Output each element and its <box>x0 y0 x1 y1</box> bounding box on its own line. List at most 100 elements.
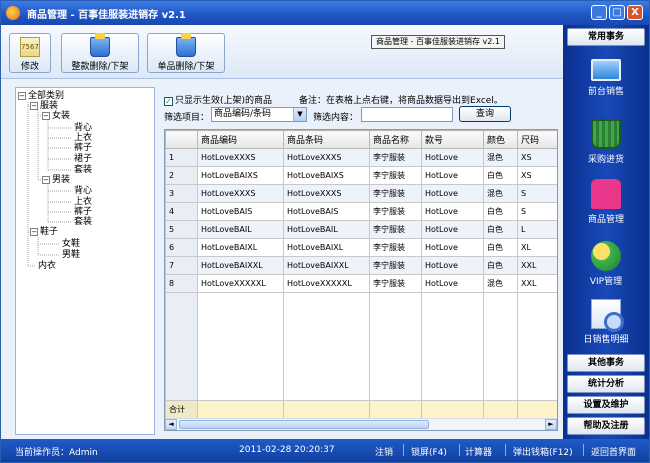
collapse-icon[interactable]: − <box>30 228 38 236</box>
table-row[interactable]: 8 HotLoveXXXXXL HotLoveXXXXXL 李宁服装 HotLo… <box>165 274 557 293</box>
collapse-icon[interactable]: − <box>42 176 50 184</box>
tree-node-shoes-0[interactable]: 女鞋 <box>62 239 80 250</box>
collapse-icon[interactable]: − <box>18 92 26 100</box>
filter-field-select[interactable]: 商品编码/条码 ▼ <box>211 107 307 122</box>
chevron-down-icon[interactable]: ▼ <box>293 108 306 121</box>
table-cell: HotLove <box>421 148 484 167</box>
home-link[interactable]: 返回首界面 <box>591 445 636 458</box>
collapse-icon[interactable]: − <box>42 112 50 120</box>
sidebar-item-label: VIP管理 <box>589 277 623 287</box>
table-row[interactable]: 2 HotLoveBAIXS HotLoveBAIXS 李宁服装 HotLove… <box>165 166 557 185</box>
table-row[interactable]: 4 HotLoveBAIS HotLoveBAIS 李宁服装 HotLove 白… <box>165 202 557 221</box>
table-row[interactable]: 6 HotLoveBAIXL HotLoveBAIXL 李宁服装 HotLove… <box>165 238 557 257</box>
table-cell: HotLoveBAIXL <box>197 238 284 257</box>
tree-node-shoes[interactable]: − 鞋子 <box>30 227 58 238</box>
table-row[interactable]: 5 HotLoveBAIL HotLoveBAIL 李宁服装 HotLove 白… <box>165 220 557 239</box>
tree-node-women-4[interactable]: 套装 <box>74 165 92 176</box>
sidebar-item-label: 商品管理 <box>587 215 624 225</box>
column-header[interactable]: 尺码 <box>517 130 557 149</box>
sidebar-item-label: 前台销售 <box>587 87 624 97</box>
sidebar-header-other[interactable]: 其他事务 <box>567 354 645 372</box>
bulk-delete-button[interactable]: 整款删除/下架 <box>61 33 139 73</box>
sidebar-header-settings[interactable]: 设置及维护 <box>567 396 645 414</box>
total-row: 合计 <box>165 400 557 419</box>
table-cell: HotLoveBAIXS <box>197 166 284 185</box>
minimize-button[interactable]: _ <box>591 5 607 20</box>
logout-link[interactable]: 注销 <box>375 445 393 458</box>
grid-body: 商品编码 商品条码 商品名称 款号 颜色 尺码 1 HotLoveXXXS Ho… <box>165 130 557 420</box>
empty-row <box>165 292 557 401</box>
row-number <box>165 292 198 401</box>
tree-node-men[interactable]: − 男装 <box>42 175 70 186</box>
laptop-icon <box>591 59 621 81</box>
row-number: 3 <box>165 184 198 203</box>
table-cell: HotLoveBAIXXL <box>197 256 284 275</box>
sidebar-item-pos-sales[interactable]: 前台销售 <box>567 51 645 109</box>
table-cell: HotLove <box>421 202 484 221</box>
column-header[interactable]: 颜色 <box>483 130 518 149</box>
table-cell: 李宁服装 <box>369 202 422 221</box>
table-row[interactable]: 1 HotLoveXXXS HotLoveXXXS 李宁服装 HotLove 混… <box>165 148 557 167</box>
table-cell: HotLoveBAIXS <box>283 166 370 185</box>
table-cell: 混色 <box>483 184 518 203</box>
column-header[interactable]: 商品条码 <box>283 130 370 149</box>
maximize-button[interactable]: □ <box>609 5 625 20</box>
column-header[interactable] <box>165 130 198 149</box>
horizontal-scrollbar[interactable]: ◄ ► <box>165 418 557 430</box>
status-bar: 当前操作员：Admin 2011-02-28 20:20:37 注销 锁屏(F4… <box>1 439 649 462</box>
sidebar-header-stats[interactable]: 统计分析 <box>567 375 645 393</box>
product-table: 商品编码 商品条码 商品名称 款号 颜色 尺码 1 HotLoveXXXS Ho… <box>165 130 557 419</box>
table-cell: XS <box>517 166 557 185</box>
scroll-thumb[interactable] <box>179 420 429 429</box>
calculator-link[interactable]: 计算器 <box>465 445 492 458</box>
row-number: 8 <box>165 274 198 293</box>
sidebar-header-common[interactable]: 常用事务 <box>567 28 645 46</box>
table-cell: 李宁服装 <box>369 220 422 239</box>
table-cell: HotLoveBAIS <box>197 202 284 221</box>
checkbox-checked-icon[interactable]: ✓ <box>164 97 173 106</box>
table-cell: L <box>517 220 557 239</box>
table-row[interactable]: 3 HotLoveXXXS HotLoveXXXS 李宁服装 HotLove 混… <box>165 184 557 203</box>
column-header[interactable]: 款号 <box>421 130 484 149</box>
export-note: 备注：在表格上点右键，将商品数据导出到Excel。 <box>299 96 503 106</box>
tree-node-women-2[interactable]: 裤子 <box>74 143 92 154</box>
sidebar-item-purchasing[interactable]: 采购进货 <box>567 115 645 173</box>
tree-node-women-3[interactable]: 裙子 <box>74 154 92 165</box>
scroll-left-icon[interactable]: ◄ <box>165 419 177 430</box>
sidebar-header-help[interactable]: 帮助及注册 <box>567 417 645 435</box>
only-listed-checkbox[interactable]: ✓ 只显示生效(上架)的商品 <box>164 93 272 106</box>
sidebar-item-products[interactable]: 商品管理 <box>567 175 645 233</box>
table-cell <box>483 292 518 401</box>
close-button[interactable]: X <box>627 5 643 20</box>
column-header[interactable]: 商品编码 <box>197 130 284 149</box>
tree-node-label: 服装 <box>40 101 59 111</box>
table-cell: HotLove <box>421 274 484 293</box>
toolbar: 7567 修改 整款删除/下架 单品删除/下架 商品管理 - 百事佳服装进销存 … <box>1 25 563 79</box>
table-cell: HotLoveBAIL <box>283 220 370 239</box>
table-header-row: 商品编码 商品条码 商品名称 款号 颜色 尺码 <box>165 130 557 149</box>
table-cell: 李宁服装 <box>369 274 422 293</box>
table-cell: 白色 <box>483 256 518 275</box>
column-header[interactable]: 商品名称 <box>369 130 422 149</box>
single-delete-button[interactable]: 单品删除/下架 <box>147 33 225 73</box>
tree-node-women[interactable]: − 女装 <box>42 111 70 122</box>
sidebar-item-vip[interactable]: VIP管理 <box>567 237 645 295</box>
tree-node-men-0[interactable]: 背心 <box>74 186 92 197</box>
scroll-right-icon[interactable]: ► <box>545 419 557 430</box>
report-icon <box>591 299 624 332</box>
table-cell: HotLoveXXXS <box>197 184 284 203</box>
collapse-icon[interactable]: − <box>30 102 38 110</box>
table-cell: S <box>517 184 557 203</box>
tree-node-shoes-1[interactable]: 男鞋 <box>62 250 80 261</box>
cash-drawer-link[interactable]: 弹出钱箱(F12) <box>513 445 573 458</box>
tree-node-men-3[interactable]: 套装 <box>74 217 92 228</box>
lock-screen-link[interactable]: 锁屏(F4) <box>411 445 447 458</box>
table-cell: HotLoveBAIL <box>197 220 284 239</box>
edit-button[interactable]: 7567 修改 <box>9 33 51 73</box>
query-button[interactable]: 查询 <box>459 106 511 122</box>
sidebar-item-daily-sales[interactable]: 日销售明细 <box>567 295 645 353</box>
filter-content-input[interactable] <box>361 107 453 122</box>
table-row[interactable]: 7 HotLoveBAIXXL HotLoveBAIXXL 李宁服装 HotLo… <box>165 256 557 275</box>
tree-node-underwear[interactable]: 内衣 <box>38 261 56 272</box>
table-cell: 白色 <box>483 220 518 239</box>
